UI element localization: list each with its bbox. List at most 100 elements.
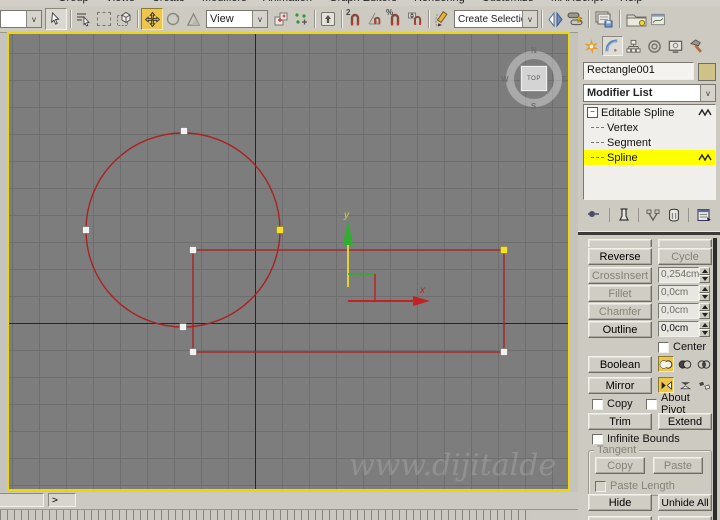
checkbox[interactable] bbox=[592, 433, 603, 445]
spinner-up[interactable] bbox=[699, 285, 710, 293]
unhide-all-button[interactable]: Unhide All bbox=[658, 494, 712, 511]
mirror-button[interactable] bbox=[545, 9, 565, 29]
mini-listener-prompt[interactable]: > bbox=[48, 493, 76, 507]
tangent-paste-button[interactable]: Paste bbox=[653, 457, 703, 474]
reverse-button[interactable]: Reverse bbox=[588, 248, 652, 265]
boolean-button[interactable]: Boolean bbox=[588, 356, 652, 373]
spinner-down[interactable] bbox=[699, 293, 710, 301]
circle-spline[interactable] bbox=[85, 132, 281, 328]
rectangular-selection-button[interactable] bbox=[94, 9, 114, 29]
spinner-down[interactable] bbox=[699, 311, 710, 319]
use-pivot-point-button[interactable] bbox=[271, 9, 291, 29]
select-scale-button[interactable] bbox=[183, 9, 203, 29]
mirror-vertical-button[interactable] bbox=[677, 377, 693, 393]
spinner-up[interactable] bbox=[699, 321, 710, 329]
spinner-value[interactable]: 0,254cm bbox=[658, 267, 699, 283]
first-vertex-rectangle[interactable] bbox=[500, 246, 508, 254]
chevron-down-icon[interactable]: v bbox=[252, 11, 267, 27]
chevron-down-icon[interactable]: v bbox=[26, 11, 41, 27]
spinner-snap-button[interactable] bbox=[405, 9, 425, 29]
outline-button[interactable]: Outline bbox=[588, 321, 652, 338]
boolean-intersect-button[interactable] bbox=[696, 356, 712, 372]
menu-item[interactable]: Animation bbox=[263, 0, 312, 4]
crossinsert-button[interactable]: CrossInsert bbox=[588, 267, 652, 284]
select-manipulate-button[interactable] bbox=[291, 9, 311, 29]
percent-snap-button[interactable]: % bbox=[385, 8, 405, 29]
viewcube[interactable]: N E S W TOP bbox=[501, 46, 567, 112]
menu-item[interactable]: Rendering bbox=[414, 0, 465, 4]
viewcube-west[interactable]: W bbox=[501, 75, 509, 84]
spinner-down[interactable] bbox=[699, 275, 710, 283]
reference-coordinate-combo[interactable]: View v bbox=[206, 10, 268, 28]
menu-item[interactable]: Graph Editors bbox=[329, 0, 397, 4]
trim-button[interactable]: Trim bbox=[588, 413, 652, 430]
chamfer-spinner[interactable]: 0,0cm bbox=[658, 303, 710, 319]
select-by-name-button[interactable] bbox=[74, 9, 94, 29]
chamfer-button[interactable]: Chamfer bbox=[588, 303, 652, 320]
about-pivot-checkbox[interactable]: About Pivot bbox=[646, 392, 714, 416]
boolean-union-button[interactable] bbox=[658, 356, 674, 372]
select-object-button[interactable] bbox=[45, 8, 67, 30]
menu-item[interactable]: Help bbox=[620, 0, 643, 4]
selection-filter-combo[interactable]: v bbox=[0, 10, 42, 28]
snap-toggle-button[interactable]: 2 bbox=[345, 8, 365, 29]
chevron-down-icon[interactable]: v bbox=[522, 11, 537, 27]
mirror-rollout-button[interactable]: Mirror bbox=[588, 377, 652, 394]
snap-mode-label: 2 bbox=[346, 8, 351, 17]
mirror-horizontal-button[interactable] bbox=[658, 377, 674, 393]
first-vertex-circle[interactable] bbox=[276, 226, 284, 234]
checkbox[interactable] bbox=[592, 398, 603, 410]
viewcube-north[interactable]: N bbox=[531, 46, 537, 55]
spinner-value[interactable]: 0,0cm bbox=[658, 303, 699, 319]
curve-editor-button[interactable] bbox=[651, 9, 665, 29]
extend-button[interactable]: Extend bbox=[658, 413, 712, 430]
menu-item[interactable]: Create bbox=[152, 0, 185, 4]
layer-manager-button[interactable] bbox=[592, 9, 616, 29]
outline-spinner[interactable]: 0,0cm bbox=[658, 321, 710, 337]
fillet-spinner[interactable]: 0,0cm bbox=[658, 285, 710, 301]
angle-snap-button[interactable] bbox=[365, 9, 385, 29]
select-rotate-button[interactable] bbox=[163, 9, 183, 29]
subtract-icon bbox=[678, 359, 692, 369]
mini-listener-left[interactable] bbox=[0, 493, 44, 507]
crossinsert-spinner[interactable]: 0,254cm bbox=[658, 267, 710, 283]
menu-item[interactable]: Group bbox=[58, 0, 89, 4]
mirror-both-button[interactable] bbox=[696, 377, 712, 393]
hide-button[interactable]: Hide bbox=[588, 494, 652, 511]
align-button[interactable] bbox=[565, 9, 585, 29]
cycle-button[interactable]: Cycle bbox=[658, 248, 712, 265]
spinner-down[interactable] bbox=[699, 329, 710, 337]
menu-item[interactable]: Modifiers bbox=[202, 0, 247, 4]
tangent-copy-button[interactable]: Copy bbox=[595, 457, 645, 474]
boolean-subtract-button[interactable] bbox=[677, 356, 693, 372]
checkbox[interactable] bbox=[595, 480, 606, 492]
checkbox[interactable] bbox=[646, 398, 657, 410]
keyboard-override-button[interactable] bbox=[318, 9, 338, 29]
track-bar[interactable] bbox=[0, 509, 578, 520]
menu-item[interactable]: Views bbox=[106, 0, 135, 4]
spinner-value[interactable]: 0,0cm bbox=[658, 321, 699, 337]
menu-item[interactable]: MAXScript bbox=[551, 0, 603, 4]
spinner-up[interactable] bbox=[699, 267, 710, 275]
checkbox[interactable] bbox=[658, 341, 669, 353]
checkbox-label: Paste Length bbox=[610, 480, 675, 492]
menu-item[interactable]: Customize bbox=[482, 0, 534, 4]
rollout-scrollbar[interactable] bbox=[713, 238, 717, 520]
transform-gizmo[interactable]: y x bbox=[343, 210, 430, 306]
viewcube-east[interactable]: E bbox=[562, 75, 567, 84]
spinner-value[interactable]: 0,0cm bbox=[658, 285, 699, 301]
edit-selection-sets-button[interactable] bbox=[432, 9, 452, 29]
spline-vertices[interactable] bbox=[82, 127, 508, 356]
selection-set-combo[interactable]: Create Selection Sev bbox=[454, 10, 538, 28]
spinner-up[interactable] bbox=[699, 303, 710, 311]
fillet-button[interactable]: Fillet bbox=[588, 285, 652, 302]
paste-length-checkbox[interactable]: Paste Length bbox=[595, 479, 675, 493]
viewcube-south[interactable]: S bbox=[531, 102, 536, 111]
toggle-layer-explorer-button[interactable] bbox=[623, 9, 651, 29]
window-crossing-button[interactable] bbox=[114, 9, 134, 29]
viewcube-top-face[interactable]: TOP bbox=[520, 65, 548, 92]
select-move-button[interactable] bbox=[141, 8, 163, 30]
copy-checkbox[interactable]: Copy bbox=[592, 397, 633, 411]
top-viewport[interactable]: www.dijitalde y x N E S W TOP bbox=[7, 32, 570, 491]
center-checkbox[interactable]: Center bbox=[658, 340, 706, 354]
